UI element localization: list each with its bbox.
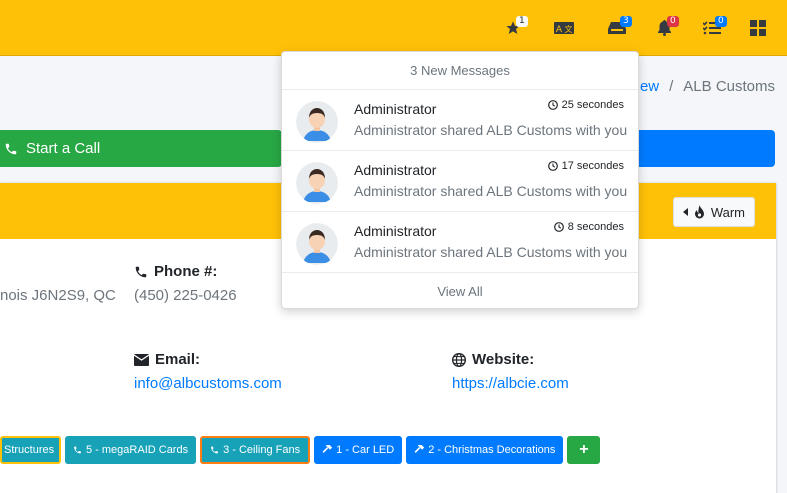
apps-nav[interactable] [744,14,772,42]
messages-nav[interactable]: 3 [603,14,632,42]
favorites-badge: 1 [516,16,528,27]
phone-volume-icon [74,446,81,454]
hammer-icon [414,445,425,453]
phone-icon [5,143,17,154]
clock-icon [547,100,558,110]
warm-status-button[interactable]: Warm [672,197,755,227]
grid-icon [750,20,766,36]
tag-christmas-decorations[interactable]: 2 - Christmas Decorations [406,436,564,464]
tasks-nav[interactable]: 0 [698,14,727,42]
avatar [296,101,338,143]
favorites-nav[interactable]: 1 [499,14,528,42]
avatar [296,223,338,265]
phone-icon [135,266,147,277]
globe-icon [452,352,466,367]
breadcrumb-link[interactable]: iew [637,78,660,95]
phone-value: (450) 225-0426 [134,287,237,304]
messages-badge: 3 [620,16,632,27]
clock-icon [553,222,564,232]
message-time: 17 secondes [547,160,624,172]
tag-car-led[interactable]: 1 - Car LED [314,436,403,464]
hammer-icon [322,445,333,453]
tag-structures[interactable]: Structures [0,436,61,464]
message-sender: Administrator [354,223,437,239]
message-item[interactable]: Administrator 25 secondes Administrator … [282,90,638,151]
notifications-badge: 0 [667,16,679,27]
tag-list: Structures 5 - megaRAID Cards 3 - Ceilin… [0,436,601,464]
address-value: nois J6N2S9, QC [0,287,116,304]
phone-volume-icon [211,446,218,454]
breadcrumb-separator: / [669,78,674,95]
language-icon: A文 [554,22,574,35]
tag-megaraid-cards[interactable]: 5 - megaRAID Cards [65,436,197,464]
clock-icon [547,161,558,171]
message-item[interactable]: Administrator 8 secondes Administrator s… [282,212,638,273]
message-time: 25 secondes [547,99,624,111]
notifications-nav[interactable]: 0 [650,14,679,42]
website-link[interactable]: https://albcie.com [452,375,569,392]
start-call-button[interactable]: Start a Call [0,130,282,167]
breadcrumb: iew / ALB Customs [637,78,775,95]
phone-label: Phone #: [134,263,217,280]
tasks-badge: 0 [715,16,727,27]
plus-icon: + [579,441,589,458]
add-tag-button[interactable]: + [567,436,601,464]
svg-text:文: 文 [565,24,573,34]
top-navbar: 1 A文 3 0 0 [0,0,787,56]
message-item[interactable]: Administrator 17 secondes Administrator … [282,151,638,212]
breadcrumb-current: ALB Customs [683,78,775,95]
caret-left-icon [682,208,688,216]
action-button-blue[interactable] [637,130,775,167]
website-label: Website: [452,351,534,368]
message-text: Administrator shared ALB Customs with yo… [354,122,628,138]
message-sender: Administrator [354,101,437,117]
avatar [296,162,338,204]
email-link[interactable]: info@albcustoms.com [134,375,282,392]
message-sender: Administrator [354,162,437,178]
message-text: Administrator shared ALB Customs with yo… [354,183,628,199]
message-text: Administrator shared ALB Customs with yo… [354,244,628,260]
start-call-label: Start a Call [26,140,101,157]
svg-text:A: A [556,25,563,35]
envelope-icon [134,353,149,366]
messages-dropdown: 3 New Messages Administrator 25 secondes… [281,51,639,309]
language-nav[interactable]: A文 [550,14,578,42]
warm-label: Warm [710,204,745,220]
email-label: Email: [134,351,200,368]
dropdown-header: 3 New Messages [282,52,638,90]
fire-icon [694,205,704,219]
view-all-link[interactable]: View All [282,273,638,310]
message-time: 8 secondes [553,221,624,233]
tag-ceiling-fans[interactable]: 3 - Ceiling Fans [200,436,311,464]
